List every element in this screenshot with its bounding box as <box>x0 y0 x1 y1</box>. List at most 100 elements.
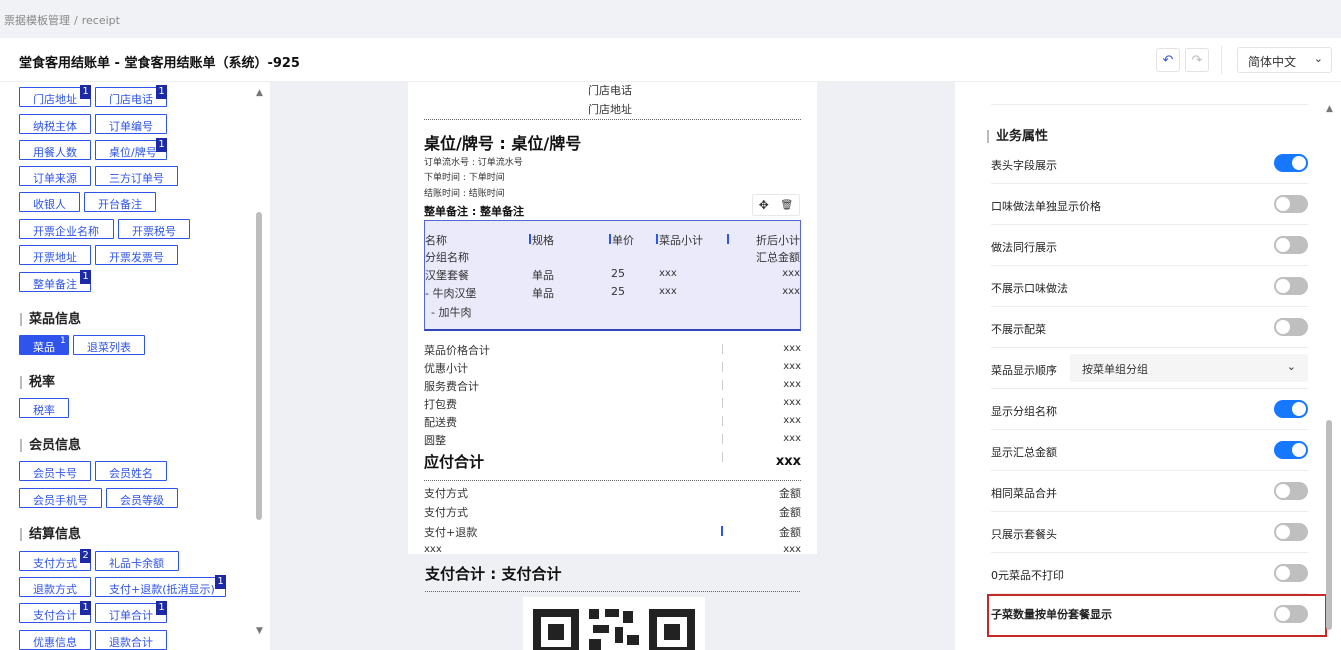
field-invoice-tax[interactable]: 开票税号 <box>118 219 190 239</box>
field-diners[interactable]: 用餐人数 <box>19 140 91 160</box>
payment-value: 金额 <box>779 506 801 519</box>
field-dish[interactable]: 菜品 1 <box>19 335 69 355</box>
section-dish-info: 菜品信息 <box>20 313 81 326</box>
redo-button[interactable]: ↷ <box>1185 48 1209 72</box>
undo-button[interactable]: ↶ <box>1156 48 1180 72</box>
field-count-badge: 1 <box>156 601 167 615</box>
summary-value: xxx <box>783 415 801 426</box>
field-store-phone[interactable]: 门店电话 1 <box>95 85 167 107</box>
column-divider <box>722 398 723 408</box>
language-select[interactable]: 简体中文 ⌄ <box>1237 47 1332 73</box>
breadcrumb-parent[interactable]: 票据模板管理 <box>4 14 70 27</box>
group-name: 分组名称 <box>425 251 469 264</box>
field-third-order-no[interactable]: 三方订单号 <box>95 166 178 186</box>
column-divider <box>722 344 723 354</box>
toggle-switch[interactable] <box>1274 318 1308 336</box>
toggle-switch[interactable] <box>1274 482 1308 500</box>
field-label: 桌位/牌号 <box>109 146 157 159</box>
toggle-switch[interactable] <box>1274 195 1308 213</box>
prop-label: 只展示套餐头 <box>991 528 1057 541</box>
field-count-badge: 1 <box>80 601 91 615</box>
column-divider <box>722 380 723 390</box>
receipt-paper[interactable]: 门店电话 门店地址 桌位/牌号 : 桌位/牌号 订单流水号 : 订单流水号 下单… <box>408 82 817 555</box>
payment-value: 金额 <box>779 526 801 539</box>
highlight-box <box>987 594 1327 637</box>
field-refund-method[interactable]: 退款方式 <box>19 577 91 597</box>
item-name: - 加牛肉 <box>431 306 472 319</box>
qr-code <box>523 597 705 650</box>
field-refund-list[interactable]: 退菜列表 <box>73 335 145 355</box>
field-pay-method[interactable]: 支付方式 2 <box>19 549 91 571</box>
item-spec: 单品 <box>532 269 554 282</box>
dish-order-select[interactable]: 按菜单组分组 ⌄ <box>1070 354 1308 382</box>
undo-icon: ↶ <box>1162 52 1174 68</box>
toggle-switch[interactable] <box>1274 441 1308 459</box>
prop-row: 做法同行展示 <box>991 225 1308 266</box>
field-taxpayer[interactable]: 纳税主体 <box>19 114 91 134</box>
column-marker <box>529 234 531 244</box>
dish-table-block[interactable]: 名称 规格 单价 菜品小计 折后小计 分组名称 汇总金额 汉堡套餐 单品 25 … <box>424 220 801 331</box>
qr-code-icon <box>533 609 695 650</box>
left-scrollbar[interactable] <box>256 212 262 520</box>
breadcrumb: 票据模板管理 / receipt <box>4 12 120 28</box>
item-after-discount: xxx <box>782 268 800 279</box>
column-marker <box>721 526 723 536</box>
field-table-no[interactable]: 桌位/牌号 1 <box>95 138 167 160</box>
toggle-switch[interactable] <box>1274 154 1308 172</box>
field-cashier[interactable]: 收银人 <box>19 192 80 212</box>
toggle-switch[interactable] <box>1274 277 1308 295</box>
field-pay-refund[interactable]: 支付+退款(抵消显示) 1 <box>95 575 226 597</box>
field-gift-balance[interactable]: 礼品卡余额 <box>95 551 179 571</box>
toggle-switch[interactable] <box>1274 400 1308 418</box>
summary-label: 打包费 <box>424 398 457 411</box>
field-label: 门店地址 <box>33 93 77 106</box>
field-tax-rate[interactable]: 税率 <box>19 398 69 418</box>
column-marker <box>727 234 729 244</box>
field-discount-info[interactable]: 优惠信息 <box>19 630 91 650</box>
section-tax: 税率 <box>20 376 55 389</box>
receipt-remark: 整单备注 : 整单备注 <box>424 205 525 218</box>
toggle-switch[interactable] <box>1274 236 1308 254</box>
scroll-up-icon[interactable]: ▲ <box>256 88 263 98</box>
section-member: 会员信息 <box>20 439 81 452</box>
scroll-up-icon[interactable]: ▲ <box>1326 104 1333 114</box>
prop-row: 显示分组名称 <box>991 389 1308 430</box>
field-member-phone[interactable]: 会员手机号 <box>19 488 102 508</box>
header-divider <box>1221 46 1222 74</box>
field-order-source[interactable]: 订单来源 <box>19 166 91 186</box>
scroll-down-icon[interactable]: ▼ <box>256 626 263 636</box>
payable-value: xxx <box>775 454 801 469</box>
group-total: 汇总金额 <box>756 251 800 264</box>
field-order-total[interactable]: 订单合计 1 <box>95 601 167 623</box>
delete-icon[interactable]: 🗑 <box>780 200 793 211</box>
properties-scrollbar[interactable] <box>1326 420 1332 630</box>
toggle-switch[interactable] <box>1274 523 1308 541</box>
col-after-discount: 折后小计 <box>756 234 800 247</box>
field-member-level[interactable]: 会员等级 <box>106 488 178 508</box>
field-refund-total[interactable]: 退款合计 <box>95 630 167 650</box>
field-pay-total[interactable]: 支付合计 1 <box>19 601 91 623</box>
move-icon[interactable]: ✥ <box>759 198 769 212</box>
block-toolbar: ✥ 🗑 <box>752 194 800 216</box>
field-invoice-no[interactable]: 开票发票号 <box>95 245 178 265</box>
field-member-name[interactable]: 会员姓名 <box>95 461 167 481</box>
field-store-address[interactable]: 门店地址 1 <box>19 85 91 107</box>
summary-label: 圆整 <box>424 434 446 447</box>
field-label: 支付方式 <box>33 557 77 570</box>
field-invoice-address[interactable]: 开票地址 <box>19 245 91 265</box>
field-count-badge: 1 <box>156 138 167 152</box>
field-order-no[interactable]: 订单编号 <box>95 114 167 134</box>
field-open-remark[interactable]: 开台备注 <box>84 192 156 212</box>
field-member-card[interactable]: 会员卡号 <box>19 461 91 481</box>
toggle-switch[interactable] <box>1274 564 1308 582</box>
receipt-serial: 订单流水号 : 订单流水号 <box>424 158 523 168</box>
breadcrumb-separator: / <box>74 14 78 27</box>
col-spec: 规格 <box>532 234 554 247</box>
payable-label: 应付合计 <box>424 453 485 471</box>
breadcrumb-current: receipt <box>81 14 120 27</box>
field-invoice-company[interactable]: 开票企业名称 <box>19 219 114 239</box>
toggle-knob <box>1276 320 1290 334</box>
field-order-remark[interactable]: 整单备注 1 <box>19 270 91 292</box>
summary-label: 菜品价格合计 <box>424 344 490 357</box>
field-label: 支付合计 <box>33 609 77 622</box>
